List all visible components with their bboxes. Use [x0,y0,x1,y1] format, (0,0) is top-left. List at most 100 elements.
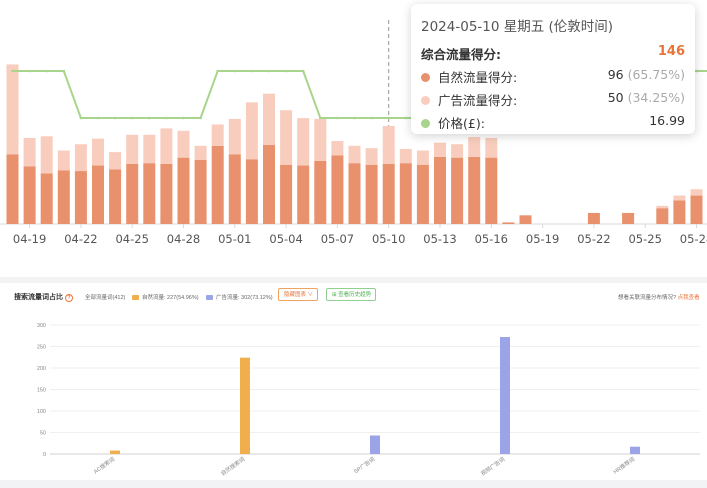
ad-bar[interactable] [297,118,310,166]
price-point[interactable] [148,116,151,120]
view-link[interactable]: 点我查看 [678,295,700,301]
ad-bar[interactable] [485,137,498,158]
price-point[interactable] [353,116,356,120]
natural-bar[interactable] [280,164,293,224]
ad-bar[interactable] [690,189,703,196]
natural-bar[interactable] [74,171,87,224]
price-point[interactable] [319,116,322,120]
price-point[interactable] [336,116,339,120]
price-point[interactable] [28,69,31,73]
price-point[interactable] [113,116,117,120]
ad-bar[interactable] [451,144,464,158]
price-point[interactable] [216,69,219,73]
ad-bar[interactable] [314,118,327,161]
ad-bar[interactable] [126,134,139,164]
ad-bar[interactable] [6,64,19,155]
ad-bar[interactable] [331,141,344,156]
natural-bar[interactable] [468,156,481,224]
natural-bar[interactable] [6,154,19,224]
price-point[interactable] [370,116,373,120]
natural-bar[interactable] [177,157,190,224]
price-point[interactable] [233,69,237,73]
ad-bar[interactable] [365,148,378,165]
ad-bar[interactable] [280,110,293,165]
natural-bar[interactable] [399,163,412,224]
keyword-bar[interactable] [500,337,510,454]
ad-bar[interactable] [109,152,122,170]
price-point[interactable] [130,116,134,120]
ad-bar[interactable] [177,130,190,158]
ad-bar[interactable] [194,145,207,161]
natural-bar[interactable] [673,200,686,224]
ad-bar[interactable] [211,124,224,146]
ad-bar[interactable] [92,138,104,166]
ad-bar[interactable] [416,150,429,165]
price-point[interactable] [11,69,14,73]
ad-bar[interactable] [348,145,361,164]
price-point[interactable] [404,116,408,120]
price-point[interactable] [165,116,168,120]
natural-bar[interactable] [109,169,122,224]
natural-bar[interactable] [485,157,498,224]
natural-bar[interactable] [194,160,207,224]
legend-ad[interactable]: 广告流量: 302(73.12%) [206,293,273,301]
keyword-bar[interactable] [630,446,640,454]
price-point[interactable] [695,69,698,73]
natural-bar[interactable] [502,222,515,224]
natural-bar[interactable] [297,165,310,224]
help-icon[interactable]: ? [65,294,73,302]
natural-bar[interactable] [314,160,327,224]
natural-bar[interactable] [519,215,532,224]
ad-bar[interactable] [160,128,173,164]
natural-bar[interactable] [40,173,53,224]
ad-bar[interactable] [673,195,686,201]
legend-natural[interactable]: 自然流量: 227(54.96%) [132,293,199,301]
price-point[interactable] [250,69,254,73]
ad-bar[interactable] [382,126,395,164]
ad-bar[interactable] [656,205,669,209]
ad-bar[interactable] [74,144,87,172]
natural-bar[interactable] [331,155,344,224]
keyword-bar[interactable] [240,357,250,454]
ad-bar[interactable] [40,136,53,174]
natural-bar[interactable] [656,208,669,224]
natural-bar[interactable] [365,164,378,224]
price-point[interactable] [62,69,66,73]
price-point[interactable] [284,69,288,73]
ad-bar[interactable] [57,150,70,171]
natural-bar[interactable] [434,156,446,224]
ad-bar[interactable] [143,134,156,164]
ad-bar[interactable] [468,137,481,157]
hide-chart-button[interactable]: 隐藏图表 ∨ [278,288,318,301]
keyword-bar[interactable] [110,450,120,454]
natural-bar[interactable] [92,165,104,224]
natural-bar[interactable] [143,163,156,224]
price-point[interactable] [199,116,202,120]
ad-bar[interactable] [23,137,36,167]
price-point[interactable] [96,116,100,120]
price-point[interactable] [267,69,271,73]
ad-bar[interactable] [263,93,275,145]
natural-bar[interactable] [228,154,241,224]
natural-bar[interactable] [348,163,361,224]
natural-bar[interactable] [587,212,600,224]
ad-bar[interactable] [399,148,412,164]
price-point[interactable] [182,116,185,120]
history-trend-button[interactable]: ⊞ 查看历史趋势 [326,288,376,301]
natural-bar[interactable] [690,195,703,224]
natural-bar[interactable] [23,166,36,224]
ad-bar[interactable] [434,142,446,157]
ad-bar[interactable] [228,118,241,155]
natural-bar[interactable] [263,145,275,224]
natural-bar[interactable] [382,163,395,224]
natural-bar[interactable] [245,159,258,224]
natural-bar[interactable] [160,163,173,224]
natural-bar[interactable] [451,157,464,224]
price-point[interactable] [387,116,391,120]
keyword-bar[interactable] [370,435,380,454]
legend-all[interactable]: 全部流量词(412) [85,293,125,301]
price-point[interactable] [45,69,48,73]
natural-bar[interactable] [126,163,139,224]
natural-bar[interactable] [211,145,224,224]
price-point[interactable] [301,69,305,73]
